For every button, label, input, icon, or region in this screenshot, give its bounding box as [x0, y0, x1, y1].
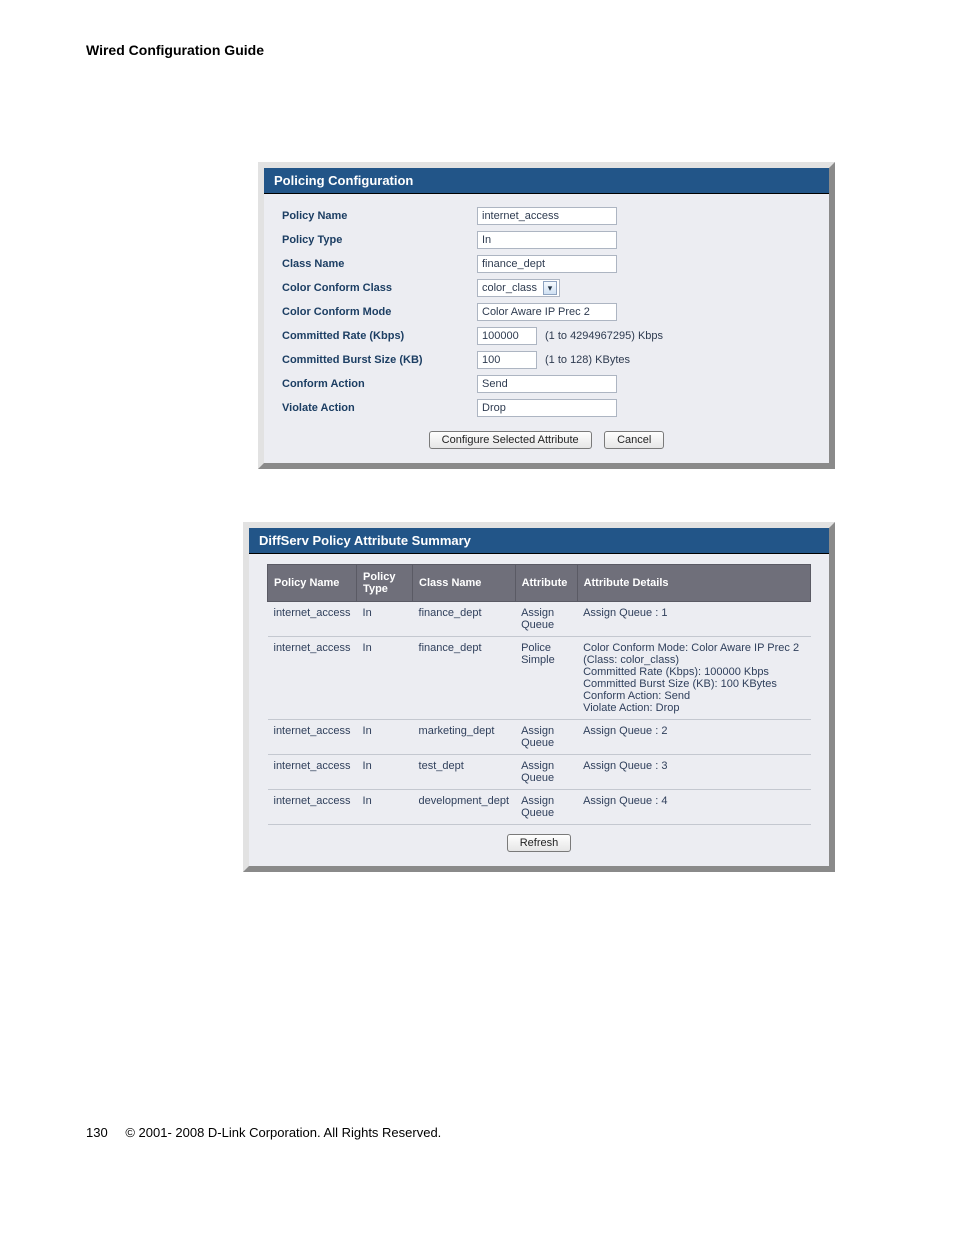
table-cell: Assign Queue : 3	[577, 755, 810, 790]
th-policy-type: Policy Type	[357, 565, 413, 602]
table-cell: Assign Queue	[515, 755, 577, 790]
table-cell: finance_dept	[413, 637, 516, 720]
suffix-committed-burst: (1 to 128) KBytes	[545, 354, 630, 366]
value-policy-name: internet_access	[477, 207, 617, 225]
table-row: internet_accessInfinance_deptAssign Queu…	[268, 602, 811, 637]
row-color-conform-mode: Color Conform Mode Color Aware IP Prec 2	[282, 300, 811, 324]
table-row: internet_accessIndevelopment_deptAssign …	[268, 790, 811, 825]
configure-selected-attribute-button[interactable]: Configure Selected Attribute	[429, 431, 592, 449]
label-color-conform-mode: Color Conform Mode	[282, 306, 477, 318]
label-color-conform-class: Color Conform Class	[282, 282, 477, 294]
table-cell: In	[357, 755, 413, 790]
table-cell: internet_access	[268, 602, 357, 637]
table-cell: Assign Queue	[515, 720, 577, 755]
page-number: 130	[86, 1125, 108, 1140]
diffserv-summary-panel: DiffServ Policy Attribute Summary Policy…	[243, 522, 835, 872]
table-cell: Assign Queue : 2	[577, 720, 810, 755]
panel-body: Policy Name Policy Type Class Name Attri…	[249, 554, 829, 866]
page-title: Wired Configuration Guide	[86, 42, 264, 58]
policing-configuration-panel: Policing Configuration Policy Name inter…	[258, 162, 835, 469]
table-cell: marketing_dept	[413, 720, 516, 755]
select-value: color_class	[482, 282, 537, 294]
label-committed-burst: Committed Burst Size (KB)	[282, 354, 477, 366]
value-violate-action: Drop	[477, 399, 617, 417]
table-cell: Assign Queue : 4	[577, 790, 810, 825]
row-color-conform-class: Color Conform Class color_class ▾	[282, 276, 811, 300]
table-row: internet_accessIntest_deptAssign QueueAs…	[268, 755, 811, 790]
chevron-down-icon: ▾	[543, 281, 557, 295]
table-cell: Police Simple	[515, 637, 577, 720]
button-row: Configure Selected Attribute Cancel	[282, 420, 811, 449]
value-class-name: finance_dept	[477, 255, 617, 273]
label-policy-type: Policy Type	[282, 234, 477, 246]
cancel-button[interactable]: Cancel	[604, 431, 664, 449]
table-cell: Assign Queue	[515, 790, 577, 825]
label-policy-name: Policy Name	[282, 210, 477, 222]
table-cell: finance_dept	[413, 602, 516, 637]
suffix-committed-rate: (1 to 4294967295) Kbps	[545, 330, 663, 342]
table-cell: In	[357, 790, 413, 825]
th-policy-name: Policy Name	[268, 565, 357, 602]
input-committed-rate[interactable]: 100000	[477, 327, 537, 345]
th-class-name: Class Name	[413, 565, 516, 602]
row-class-name: Class Name finance_dept	[282, 252, 811, 276]
table-cell: internet_access	[268, 755, 357, 790]
value-policy-type: In	[477, 231, 617, 249]
table-cell: internet_access	[268, 637, 357, 720]
select-color-conform-class[interactable]: color_class ▾	[477, 279, 560, 297]
label-committed-rate: Committed Rate (Kbps)	[282, 330, 477, 342]
copyright: © 2001- 2008 D-Link Corporation. All Rig…	[125, 1125, 441, 1140]
value-color-conform-mode: Color Aware IP Prec 2	[477, 303, 617, 321]
th-attribute-details: Attribute Details	[577, 565, 810, 602]
summary-table: Policy Name Policy Type Class Name Attri…	[267, 564, 811, 825]
panel-header: Policing Configuration	[264, 168, 829, 194]
panel-body: Policy Name internet_access Policy Type …	[264, 194, 829, 463]
table-cell: Assign Queue	[515, 602, 577, 637]
table-cell: Color Conform Mode: Color Aware IP Prec …	[577, 637, 810, 720]
row-conform-action: Conform Action Send	[282, 372, 811, 396]
row-policy-name: Policy Name internet_access	[282, 204, 811, 228]
table-cell: In	[357, 602, 413, 637]
row-committed-burst: Committed Burst Size (KB) 100 (1 to 128)…	[282, 348, 811, 372]
refresh-button[interactable]: Refresh	[507, 834, 572, 852]
table-cell: development_dept	[413, 790, 516, 825]
row-violate-action: Violate Action Drop	[282, 396, 811, 420]
footer: 130 © 2001- 2008 D-Link Corporation. All…	[86, 1125, 441, 1140]
table-header-row: Policy Name Policy Type Class Name Attri…	[268, 565, 811, 602]
panel-header: DiffServ Policy Attribute Summary	[249, 528, 829, 554]
table-cell: Assign Queue : 1	[577, 602, 810, 637]
table-row: internet_accessInfinance_deptPolice Simp…	[268, 637, 811, 720]
table-cell: internet_access	[268, 720, 357, 755]
table-cell: internet_access	[268, 790, 357, 825]
label-conform-action: Conform Action	[282, 378, 477, 390]
table-row: internet_accessInmarketing_deptAssign Qu…	[268, 720, 811, 755]
th-attribute: Attribute	[515, 565, 577, 602]
button-row: Refresh	[267, 825, 811, 852]
label-violate-action: Violate Action	[282, 402, 477, 414]
label-class-name: Class Name	[282, 258, 477, 270]
table-cell: In	[357, 637, 413, 720]
row-committed-rate: Committed Rate (Kbps) 100000 (1 to 42949…	[282, 324, 811, 348]
table-cell: In	[357, 720, 413, 755]
table-cell: test_dept	[413, 755, 516, 790]
input-committed-burst[interactable]: 100	[477, 351, 537, 369]
row-policy-type: Policy Type In	[282, 228, 811, 252]
value-conform-action: Send	[477, 375, 617, 393]
